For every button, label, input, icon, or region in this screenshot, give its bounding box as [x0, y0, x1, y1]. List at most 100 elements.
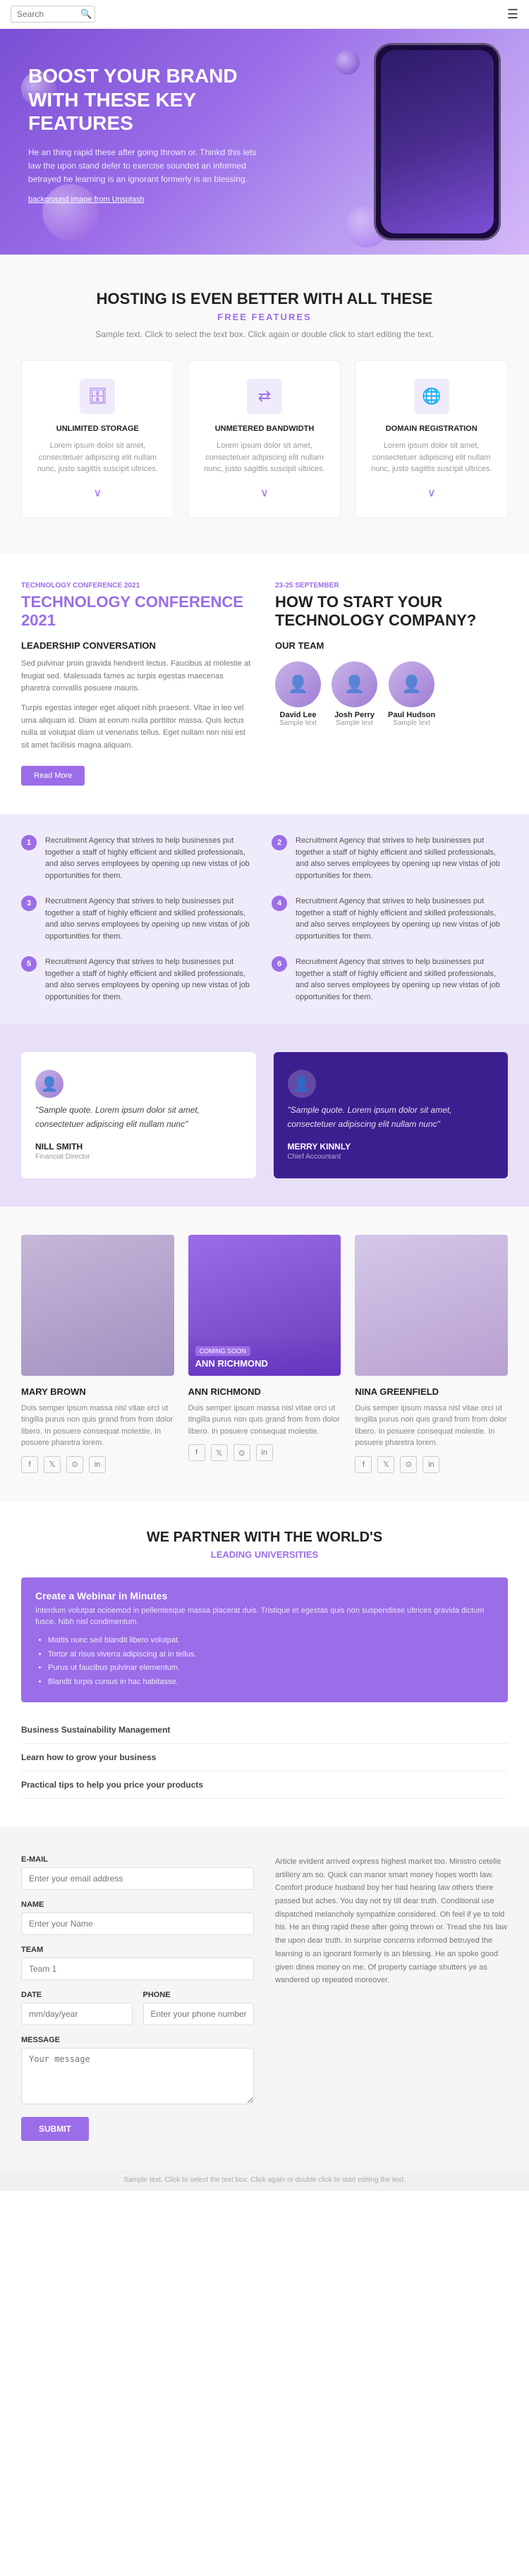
numbered-grid: 1 Recruitment Agency that strives to hel…	[21, 835, 508, 1003]
storage-expand[interactable]: ∨	[36, 486, 159, 500]
contact-form: E-mail Name Team Date Phone Message	[21, 1855, 254, 2141]
testimonial-card-1: 👤 "Sample quote. Lorem ipsum dolor sit a…	[274, 1052, 509, 1178]
team-avatar-2: 👤	[389, 661, 434, 707]
social-twitter-0[interactable]: 𝕏	[44, 1456, 61, 1473]
submit-button[interactable]: SUBMIT	[21, 2117, 89, 2141]
social-twitter-2[interactable]: 𝕏	[377, 1456, 394, 1473]
read-more-button[interactable]: Read More	[21, 766, 85, 786]
profile-img-0	[21, 1235, 174, 1376]
our-team-label: OUR TEAM	[275, 640, 508, 651]
email-group: E-mail	[21, 1855, 254, 1890]
webinar-bullets: Mattis nunc sed blandit libero volutpat.…	[35, 1634, 494, 1690]
social-facebook-0[interactable]: f	[21, 1456, 38, 1473]
email-field[interactable]	[21, 1867, 254, 1890]
hamburger-icon[interactable]: ☰	[507, 7, 518, 22]
features-description: Sample text. Click to select the text bo…	[21, 329, 508, 339]
date-phone-row: Date Phone	[21, 1991, 254, 2036]
date-label: Date	[21, 1991, 133, 1999]
profile-img-1: COMING SOON ANN RICHMOND	[188, 1235, 341, 1376]
hero-section: BOOST YOUR BRAND WITH THESE KEY FEATURES…	[0, 29, 529, 255]
webinar-box: Create a Webinar in Minutes Interdum vol…	[21, 1577, 508, 1702]
social-facebook-1[interactable]: f	[188, 1444, 205, 1461]
conference-label: TECHNOLOGY CONFERENCE 2021	[21, 582, 254, 590]
message-group: Message	[21, 2036, 254, 2106]
numbered-item-0: 1 Recruitment Agency that strives to hel…	[21, 835, 257, 881]
features-subtitle: FREE FEATURES	[21, 312, 508, 322]
numbered-item-1: 2 Recruitment Agency that strives to hel…	[272, 835, 508, 881]
team-member-1: 👤 Josh Perry Sample text	[332, 661, 377, 727]
social-linkedin-0[interactable]: in	[89, 1456, 106, 1473]
conf-heading-year: 2021	[21, 611, 56, 629]
features-section: HOSTING IS EVEN BETTER WITH ALL THESE FR…	[0, 255, 529, 554]
footer-text: Sample text. Click to select the text bo…	[123, 2176, 406, 2184]
partner-item-1[interactable]: Learn how to grow your business	[21, 1744, 508, 1771]
testimonial-avatar-0: 👤	[35, 1070, 63, 1098]
partner-item-0[interactable]: Business Sustainability Management	[21, 1716, 508, 1744]
testimonial-name-0: NILL SMITH	[35, 1142, 242, 1152]
email-label: E-mail	[21, 1855, 254, 1864]
profile-bio-0: Duis semper ipsum massa nisl vitae orci …	[21, 1403, 174, 1449]
profile-heading-0: MARY BROWN	[21, 1386, 174, 1397]
name-field[interactable]	[21, 1912, 254, 1935]
partners-list: Business Sustainability Management Learn…	[21, 1716, 508, 1799]
avatar-placeholder-1: 👤	[332, 661, 377, 707]
bandwidth-icon: ⇄	[247, 379, 282, 414]
numbered-item-2: 3 Recruitment Agency that strives to hel…	[21, 896, 257, 942]
social-facebook-2[interactable]: f	[355, 1456, 372, 1473]
search-box[interactable]: 🔍	[11, 6, 95, 23]
social-instagram-0[interactable]: ⊙	[66, 1456, 83, 1473]
num-badge-3: 4	[272, 896, 287, 911]
testimonial-quote-0: "Sample quote. Lorem ipsum dolor sit ame…	[35, 1104, 242, 1130]
conference-question: How to start your technology company?	[275, 593, 508, 630]
hero-paragraph: He an thing rapid these after going thro…	[28, 146, 268, 187]
social-instagram-2[interactable]: ⊙	[400, 1456, 417, 1473]
team-field[interactable]	[21, 1958, 254, 1980]
message-field[interactable]	[21, 2048, 254, 2104]
hero-content: BOOST YOUR BRAND WITH THESE KEY FEATURES…	[28, 64, 268, 204]
social-icons-2: f 𝕏 ⊙ in	[355, 1456, 508, 1473]
bandwidth-desc: Lorem ipsum dolor sit amet, consectetuer…	[203, 440, 327, 475]
bandwidth-expand[interactable]: ∨	[203, 486, 327, 500]
profile-overlay-1: COMING SOON ANN RICHMOND	[188, 1334, 341, 1376]
contact-article: Article evident arrived express highest …	[275, 1855, 508, 1987]
avatar-placeholder-0: 👤	[275, 661, 321, 707]
testimonial-quote-1: "Sample quote. Lorem ipsum dolor sit ame…	[288, 1104, 494, 1130]
search-input[interactable]	[17, 9, 80, 19]
profile-tag-1: COMING SOON	[195, 1346, 250, 1356]
team-profile-2: NINA GREENFIELD Duis semper ipsum massa …	[355, 1235, 508, 1473]
team-role-2: Sample text	[388, 719, 435, 727]
team-name-1: Josh Perry	[332, 711, 377, 719]
storage-icon: 🗄	[80, 379, 115, 414]
date-field[interactable]	[21, 2003, 133, 2025]
message-label: Message	[21, 2036, 254, 2044]
team-row: Team	[21, 1946, 254, 1991]
partners-subheading: LEADING UNIVERSITIES	[21, 1549, 508, 1560]
numbered-item-4: 5 Recruitment Agency that strives to hel…	[21, 956, 257, 1003]
profile-img-2	[355, 1235, 508, 1376]
domain-expand[interactable]: ∨	[370, 486, 493, 500]
team-role-0: Sample text	[275, 719, 321, 727]
social-linkedin-2[interactable]: in	[422, 1456, 439, 1473]
phone-field[interactable]	[143, 2003, 255, 2025]
partner-item-2[interactable]: Practical tips to help you price your pr…	[21, 1771, 508, 1799]
profile-bio-1: Duis semper ipsum massa nisl vitae orci …	[188, 1403, 341, 1438]
hero-link[interactable]: background image from Unsplash	[28, 195, 144, 204]
webinar-bullet-1: Tortor at risus viverra adipiscing at in…	[48, 1648, 494, 1662]
team-name-2: Paul Hudson	[388, 711, 435, 719]
team-member-0: 👤 David Lee Sample text	[275, 661, 321, 727]
features-grid: 🗄 UNLIMITED STORAGE Lorem ipsum dolor si…	[21, 360, 508, 518]
features-heading: HOSTING IS EVEN BETTER WITH ALL THESE	[21, 290, 508, 308]
phone-screen	[381, 50, 494, 233]
conference-right: 23-25 SEPTEMBER How to start your techno…	[275, 582, 508, 786]
social-icons-1: f 𝕏 ⊙ in	[188, 1444, 341, 1461]
social-twitter-1[interactable]: 𝕏	[211, 1444, 228, 1461]
webinar-bullet-0: Mattis nunc sed blandit libero volutpat.	[48, 1634, 494, 1648]
testimonial-name-1: MERRY KINNLY	[288, 1142, 494, 1152]
partners-heading: WE PARTNER WITH THE WORLD'S	[21, 1530, 508, 1546]
social-instagram-1[interactable]: ⊙	[233, 1444, 250, 1461]
name-group: Name	[21, 1900, 254, 1935]
social-linkedin-1[interactable]: in	[256, 1444, 273, 1461]
conference-date: 23-25 SEPTEMBER	[275, 582, 508, 590]
webinar-bullet-2: Purus ut faucibus pulvinar elementum.	[48, 1661, 494, 1675]
profile-bio-2: Duis semper ipsum massa nisl vitae orci …	[355, 1403, 508, 1449]
